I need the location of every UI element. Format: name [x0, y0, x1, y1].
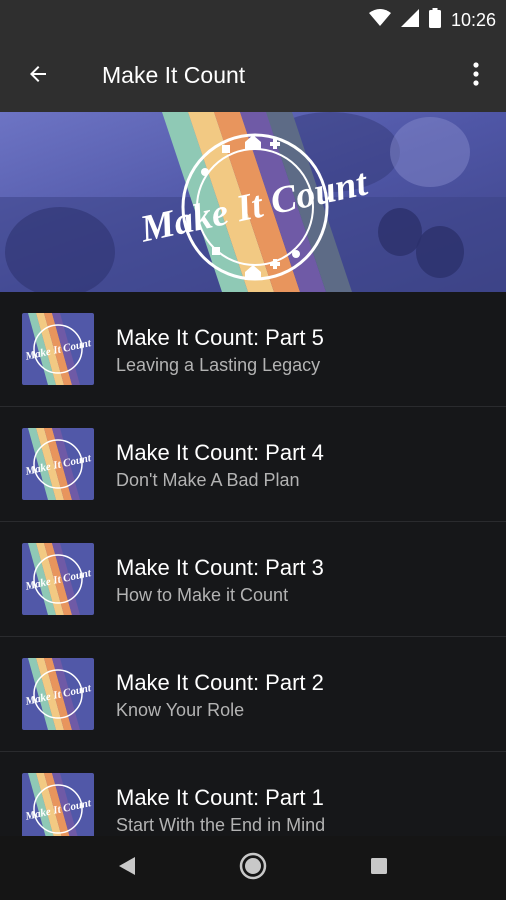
episode-thumbnail: Make It Count [22, 428, 94, 500]
nav-home-button[interactable] [190, 836, 316, 900]
episode-subtitle: Leaving a Lasting Legacy [116, 355, 321, 375]
wifi-icon [368, 9, 391, 32]
system-nav-bar [0, 836, 506, 900]
status-bar: 10:26 [0, 0, 506, 38]
nav-home-icon [239, 852, 267, 885]
episode-title: Make It Count: Part 2 [116, 670, 324, 695]
nav-back-button[interactable] [64, 836, 190, 900]
list-item[interactable]: Make It Count Make It Count: Part 3 How … [0, 522, 506, 637]
list-item[interactable]: Make It Count Make It Count: Part 2 Know… [0, 637, 506, 752]
overflow-menu-button[interactable] [458, 56, 494, 96]
back-button[interactable] [18, 56, 58, 96]
nav-recents-icon [370, 857, 388, 880]
app-bar: Make It Count [0, 38, 506, 112]
list-item[interactable]: Make It Count Make It Count: Part 5 Leav… [0, 292, 506, 407]
nav-recents-button[interactable] [316, 836, 442, 900]
page-title: Make It Count [102, 62, 246, 88]
episode-thumbnail: Make It Count [22, 543, 94, 615]
series-banner: Make It Count [0, 112, 506, 292]
episode-title: Make It Count: Part 5 [116, 325, 324, 350]
status-icons: 10:26 [368, 8, 496, 33]
battery-icon [428, 8, 441, 33]
list-item[interactable]: Make It Count Make It Count: Part 1 Star… [0, 752, 506, 836]
cellular-signal-icon [400, 9, 419, 32]
episode-subtitle: How to Make it Count [116, 585, 289, 605]
episode-subtitle: Know Your Role [116, 700, 245, 720]
episode-subtitle: Start With the End in Mind [116, 815, 326, 835]
episode-thumbnail: Make It Count [22, 658, 94, 730]
episode-thumbnail: Make It Count [22, 313, 94, 385]
episode-title: Make It Count: Part 4 [116, 440, 324, 465]
episode-list: Make It Count Make It Count: Part 5 Leav… [0, 292, 506, 836]
arrow-back-icon [26, 62, 50, 91]
episode-title: Make It Count: Part 3 [116, 555, 324, 580]
list-item[interactable]: Make It Count Make It Count: Part 4 Don'… [0, 407, 506, 522]
episode-thumbnail: Make It Count [22, 773, 94, 836]
nav-back-icon [118, 856, 136, 881]
more-vert-icon [473, 61, 479, 91]
banner-artwork: Make It Count [0, 112, 506, 292]
episode-title: Make It Count: Part 1 [116, 785, 324, 810]
episode-subtitle: Don't Make A Bad Plan [116, 470, 300, 490]
status-time: 10:26 [450, 10, 496, 30]
